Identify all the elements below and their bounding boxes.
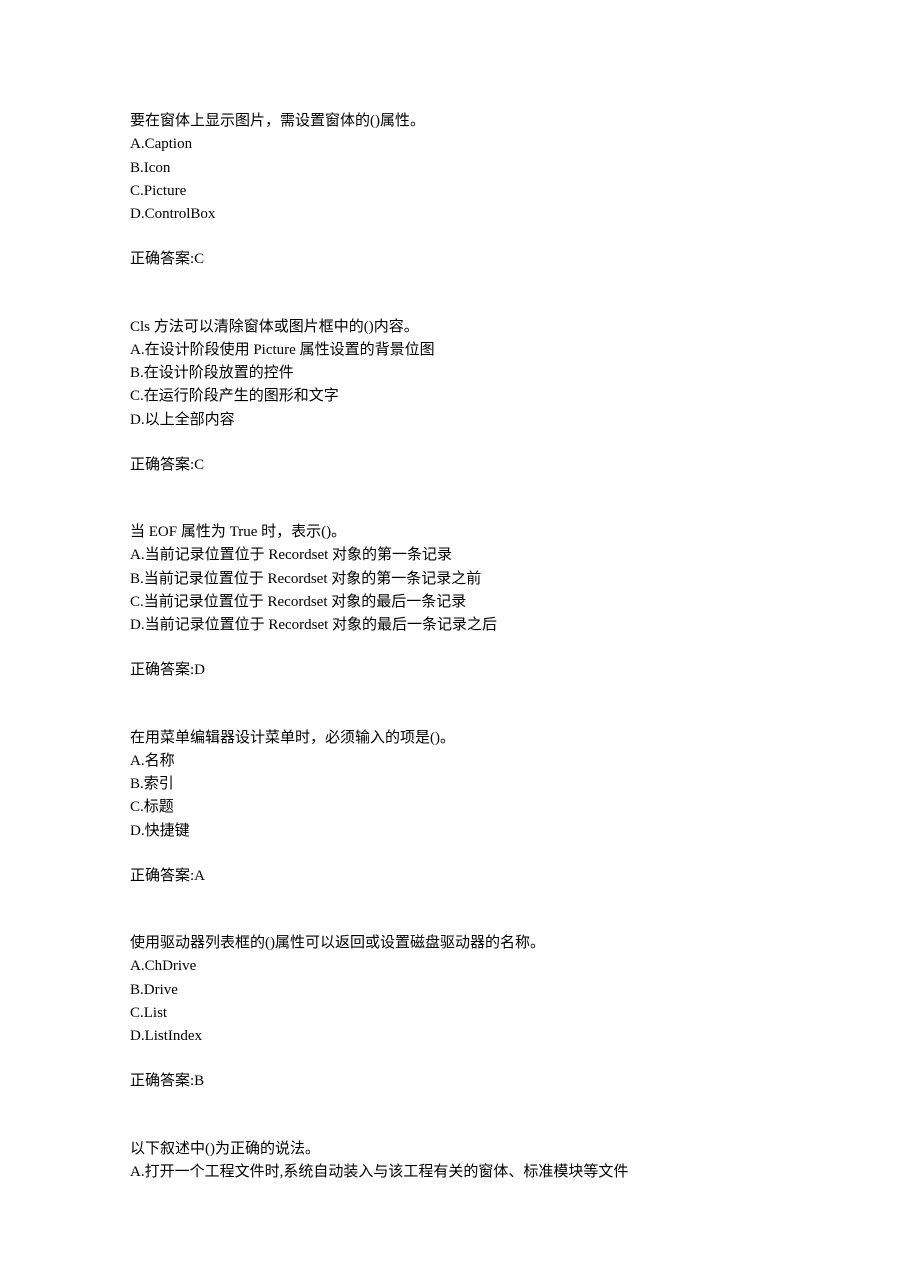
question-prompt: 要在窗体上显示图片，需设置窗体的()属性。: [130, 110, 790, 133]
question-block: 以下叙述中()为正确的说法。 A.打开一个工程文件时,系统自动装入与该工程有关的…: [130, 1138, 790, 1185]
option-b: B.在设计阶段放置的控件: [130, 362, 790, 385]
option-c: C.当前记录位置位于 Recordset 对象的最后一条记录: [130, 591, 790, 614]
option-a: A.Caption: [130, 133, 790, 156]
question-block: 在用菜单编辑器设计菜单时，必须输入的项是()。 A.名称 B.索引 C.标题 D…: [130, 727, 790, 889]
option-a: A.打开一个工程文件时,系统自动装入与该工程有关的窗体、标准模块等文件: [130, 1161, 790, 1184]
question-prompt: 以下叙述中()为正确的说法。: [130, 1138, 790, 1161]
answer-line: 正确答案:C: [130, 454, 790, 477]
option-a: A.在设计阶段使用 Picture 属性设置的背景位图: [130, 339, 790, 362]
option-d: D.当前记录位置位于 Recordset 对象的最后一条记录之后: [130, 614, 790, 637]
option-c: C.标题: [130, 796, 790, 819]
option-a: A.名称: [130, 750, 790, 773]
option-c: C.Picture: [130, 180, 790, 203]
question-prompt: 在用菜单编辑器设计菜单时，必须输入的项是()。: [130, 727, 790, 750]
question-block: 使用驱动器列表框的()属性可以返回或设置磁盘驱动器的名称。 A.ChDrive …: [130, 932, 790, 1094]
option-d: D.以上全部内容: [130, 409, 790, 432]
option-a: A.ChDrive: [130, 955, 790, 978]
option-d: D.快捷键: [130, 820, 790, 843]
question-prompt: Cls 方法可以清除窗体或图片框中的()内容。: [130, 316, 790, 339]
answer-line: 正确答案:C: [130, 248, 790, 271]
option-d: D.ControlBox: [130, 203, 790, 226]
option-c: C.List: [130, 1002, 790, 1025]
option-d: D.ListIndex: [130, 1025, 790, 1048]
question-block: 要在窗体上显示图片，需设置窗体的()属性。 A.Caption B.Icon C…: [130, 110, 790, 272]
option-b: B.Icon: [130, 157, 790, 180]
option-b: B.索引: [130, 773, 790, 796]
question-prompt: 当 EOF 属性为 True 时，表示()。: [130, 521, 790, 544]
option-b: B.当前记录位置位于 Recordset 对象的第一条记录之前: [130, 568, 790, 591]
option-a: A.当前记录位置位于 Recordset 对象的第一条记录: [130, 544, 790, 567]
option-b: B.Drive: [130, 979, 790, 1002]
option-c: C.在运行阶段产生的图形和文字: [130, 385, 790, 408]
question-prompt: 使用驱动器列表框的()属性可以返回或设置磁盘驱动器的名称。: [130, 932, 790, 955]
question-block: 当 EOF 属性为 True 时，表示()。 A.当前记录位置位于 Record…: [130, 521, 790, 683]
answer-line: 正确答案:A: [130, 865, 790, 888]
answer-line: 正确答案:B: [130, 1070, 790, 1093]
answer-line: 正确答案:D: [130, 659, 790, 682]
document-page: 要在窗体上显示图片，需设置窗体的()属性。 A.Caption B.Icon C…: [0, 0, 920, 1288]
question-block: Cls 方法可以清除窗体或图片框中的()内容。 A.在设计阶段使用 Pictur…: [130, 316, 790, 478]
